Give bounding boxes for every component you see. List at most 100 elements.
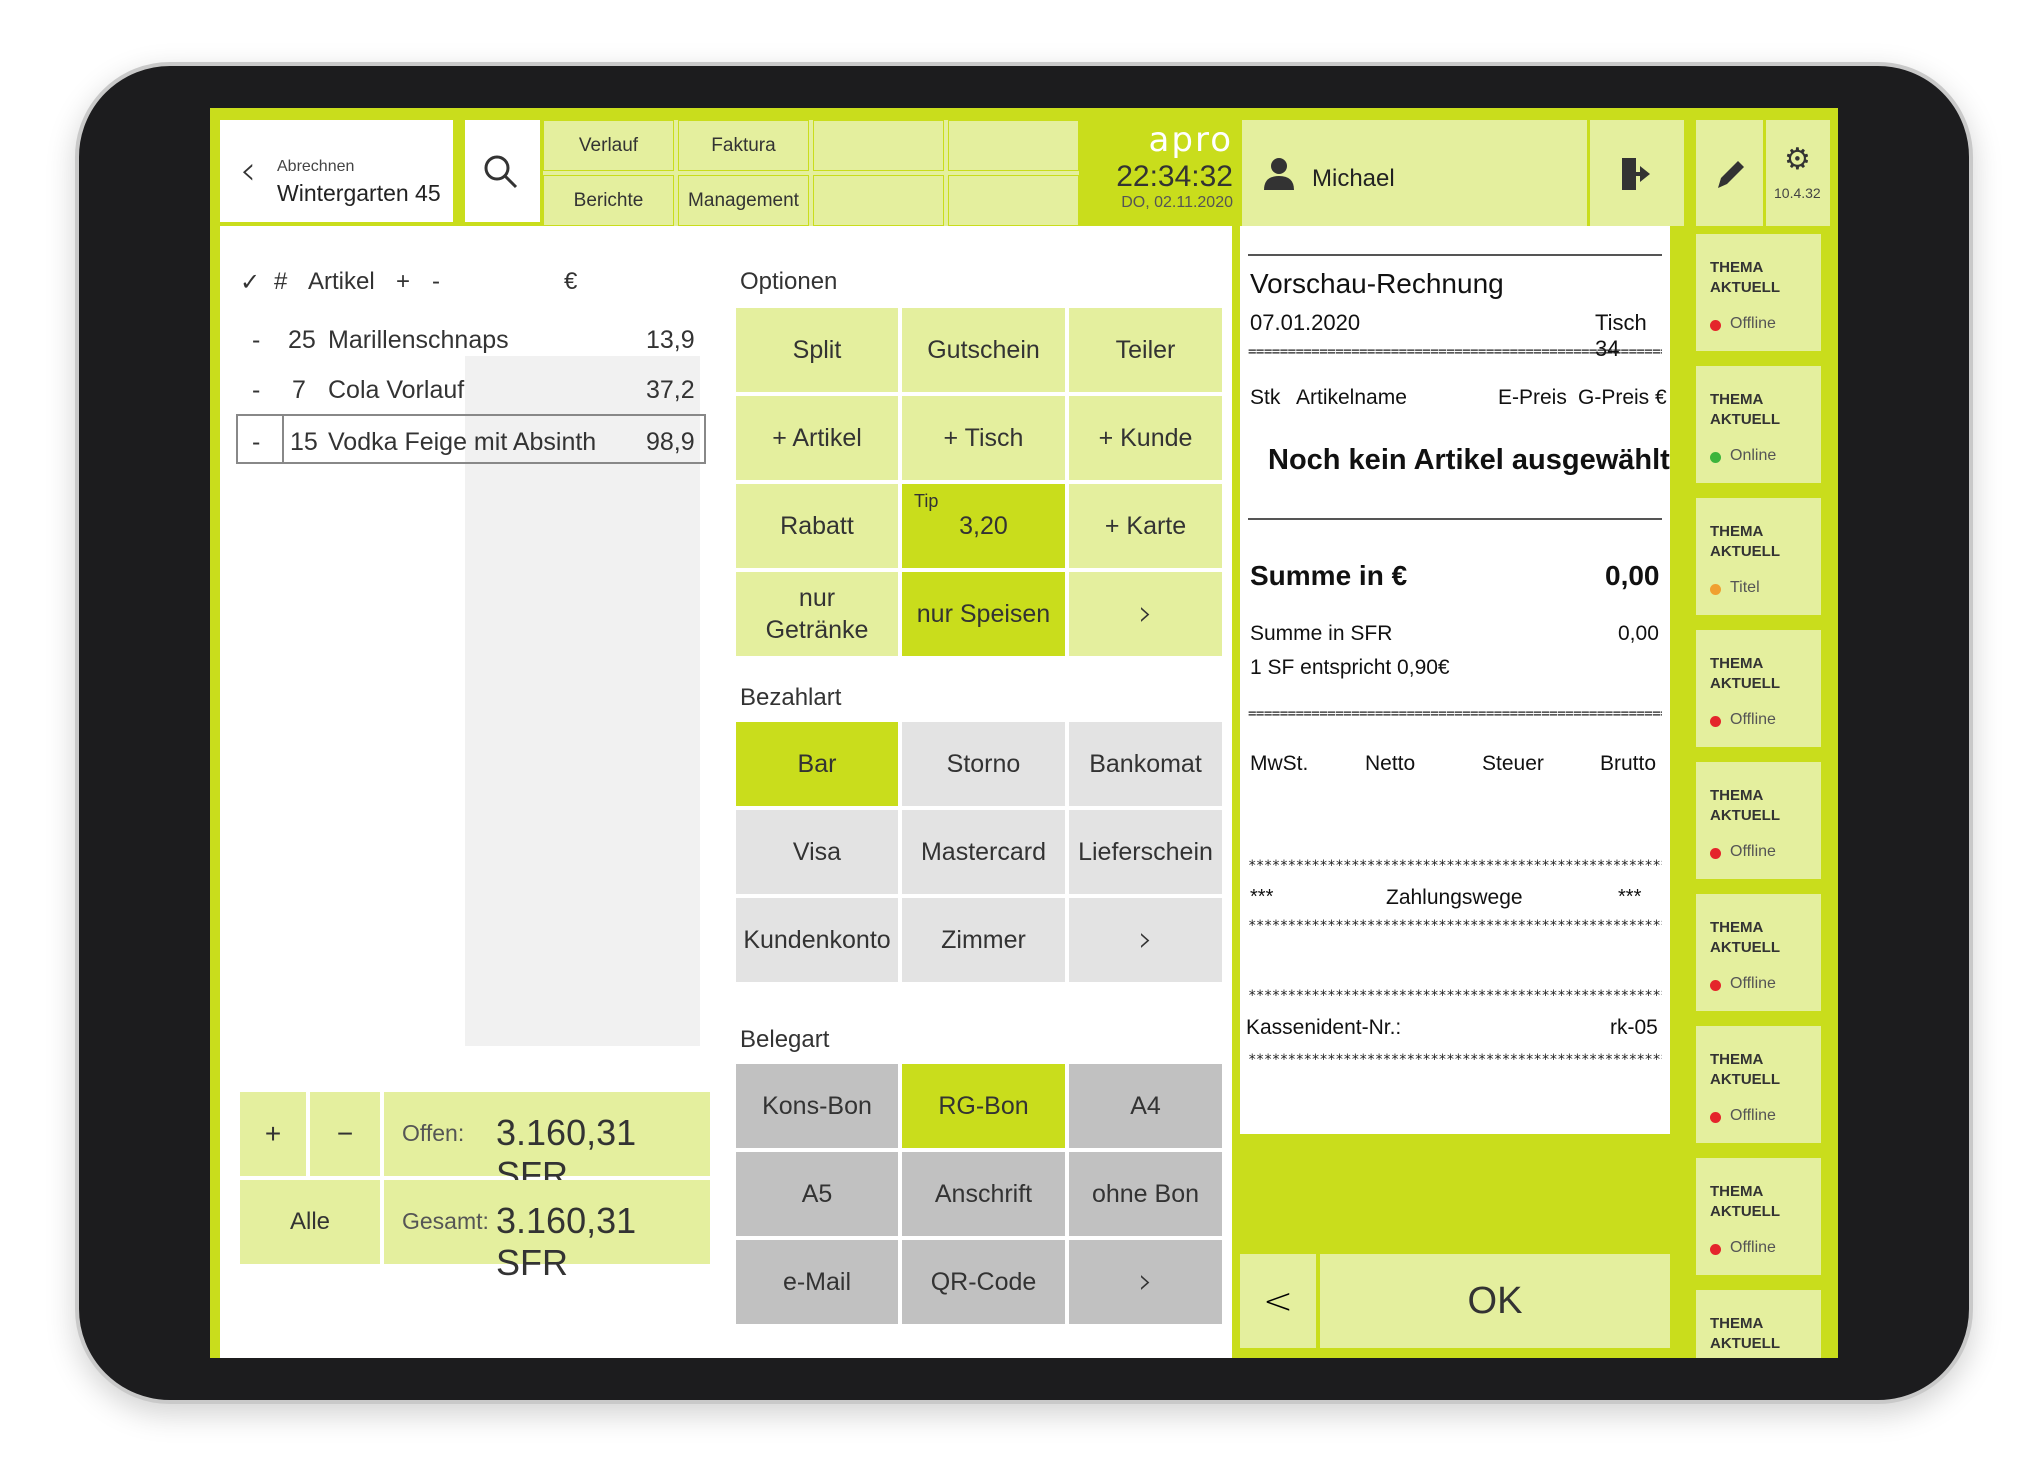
theme-title: THEMA AKTUELL (1710, 523, 1780, 560)
receipt-col-eprice: E-Preis (1498, 386, 1567, 409)
divider-button[interactable]: Teiler (1069, 308, 1222, 392)
receipt-col-gprice: G-Preis € (1578, 386, 1667, 409)
add-card-button[interactable]: + Karte (1069, 484, 1222, 568)
add-article-button[interactable]: + Artikel (736, 396, 898, 480)
nav-management[interactable]: Management (678, 175, 809, 226)
pay-customer-account-button[interactable]: Kundenkonto (736, 898, 898, 982)
edit-button[interactable] (1696, 120, 1763, 226)
row-minus[interactable]: - (252, 326, 260, 355)
email-button[interactable]: e-Mail (736, 1240, 898, 1324)
status-dot-icon (1710, 980, 1721, 991)
row-minus[interactable]: - (252, 428, 260, 457)
theme-title: THEMA AKTUELL (1710, 787, 1780, 824)
top-nav-grid: Verlauf Faktura Berichte Management (543, 120, 1079, 226)
payment-methods-label: Zahlungswege (1386, 886, 1523, 909)
theme-tile[interactable]: THEMA AKTUELL Online (1696, 366, 1821, 483)
nav-verlauf[interactable]: Verlauf (543, 120, 674, 171)
theme-status: Titel (1730, 579, 1760, 596)
payment-more-button[interactable]: › (1069, 898, 1222, 982)
theme-tile[interactable]: THEMA AKTUELL Titel (1696, 498, 1821, 615)
all-button[interactable]: Alle (240, 1180, 380, 1264)
payment-title: Bezahlart (740, 684, 842, 711)
theme-tile[interactable]: THEMA AKTUELL Offline (1696, 1026, 1821, 1143)
receipt-type-more-button[interactable]: › (1069, 1240, 1222, 1324)
theme-title: THEMA AKTUELL (1710, 1315, 1780, 1352)
pay-cash-button[interactable]: Bar (736, 722, 898, 806)
theme-tile[interactable]: THEMA AKTUELL Offline (1696, 234, 1821, 351)
nav-empty-2[interactable] (948, 120, 1079, 171)
address-button[interactable]: Anschrift (902, 1152, 1065, 1236)
nav-faktura[interactable]: Faktura (678, 120, 809, 171)
open-label: Offen: (402, 1120, 465, 1146)
logout-button[interactable] (1590, 120, 1684, 226)
theme-tile[interactable]: THEMA AKTUELL Offline (1696, 630, 1821, 747)
col-check[interactable]: ✓ (240, 268, 260, 297)
pay-room-button[interactable]: Zimmer (902, 898, 1065, 982)
nav-berichte[interactable]: Berichte (543, 175, 674, 226)
nav-empty-3[interactable] (813, 175, 944, 226)
drinks-only-button[interactable]: nur Getränke (736, 572, 898, 656)
col-plus[interactable]: + (396, 268, 410, 296)
tip-button[interactable]: Tip 3,20 (902, 484, 1065, 568)
back-button[interactable]: ‹ Abrechnen Wintergarten 45 (220, 120, 453, 222)
row-minus[interactable]: - (252, 376, 260, 405)
receipt-back-button[interactable]: < (1240, 1254, 1316, 1348)
chevron-left-icon: ‹ (240, 148, 256, 194)
user-panel[interactable]: Michael (1242, 120, 1587, 226)
add-customer-button[interactable]: + Kunde (1069, 396, 1222, 480)
status-dot-icon (1710, 320, 1721, 331)
sum-label: Summe in € (1250, 560, 1408, 591)
total-label: Gesamt: (402, 1208, 489, 1234)
receipt-type-title: Belegart (740, 1026, 830, 1053)
col-number: # (274, 268, 288, 295)
a4-button[interactable]: A4 (1069, 1064, 1222, 1148)
qty-plus-button[interactable]: + (240, 1092, 306, 1176)
article-row[interactable]: - 7 Cola Vorlauf 37,2 (236, 364, 706, 414)
pay-mastercard-button[interactable]: Mastercard (902, 810, 1065, 894)
theme-status: Online (1730, 447, 1777, 464)
ok-button[interactable]: OK (1320, 1254, 1670, 1348)
theme-title: THEMA AKTUELL (1710, 259, 1780, 296)
add-table-button[interactable]: + Tisch (902, 396, 1065, 480)
receipt-mid-rule (1248, 518, 1662, 520)
sum-value: 0,00 (1605, 560, 1660, 591)
receipt-stars-line: ****************************************… (1248, 918, 1662, 934)
theme-tile[interactable]: THEMA AKTUELL (1696, 1290, 1821, 1358)
pay-visa-button[interactable]: Visa (736, 810, 898, 894)
a5-button[interactable]: A5 (736, 1152, 898, 1236)
voucher-button[interactable]: Gutschein (902, 308, 1065, 392)
article-row[interactable]: - 25 Marillenschnaps 13,9 (236, 314, 706, 364)
food-only-button[interactable]: nur Speisen (902, 572, 1065, 656)
article-row-selected[interactable]: - 15 Vodka Feige mit Absinth 98,9 (236, 414, 706, 464)
rg-bon-button[interactable]: RG-Bon (902, 1064, 1065, 1148)
theme-tile[interactable]: THEMA AKTUELL Offline (1696, 762, 1821, 879)
theme-tile[interactable]: THEMA AKTUELL Offline (1696, 894, 1821, 1011)
brand-clock: apro 22:34:32 DO, 02.11.2020 (1103, 120, 1233, 212)
nav-empty-4[interactable] (948, 175, 1079, 226)
theme-tile[interactable]: THEMA AKTUELL Offline (1696, 1158, 1821, 1275)
col-euro: € (564, 268, 578, 295)
pay-cancel-button[interactable]: Storno (902, 722, 1065, 806)
discount-button[interactable]: Rabatt (736, 484, 898, 568)
settings-button[interactable]: ⚙ 10.4.32 (1766, 120, 1830, 226)
no-receipt-button[interactable]: ohne Bon (1069, 1152, 1222, 1236)
qr-code-button[interactable]: QR-Code (902, 1240, 1065, 1324)
col-minus[interactable]: - (432, 268, 440, 296)
options-title: Optionen (740, 268, 838, 295)
main-panel: ✓ # Artikel + - € - 25 Marillenschnaps 1… (220, 226, 1232, 1358)
split-button[interactable]: Split (736, 308, 898, 392)
kons-bon-button[interactable]: Kons-Bon (736, 1064, 898, 1148)
theme-title: THEMA AKTUELL (1710, 919, 1780, 956)
pay-bankomat-button[interactable]: Bankomat (1069, 722, 1222, 806)
pay-delivery-note-button[interactable]: Lieferschein (1069, 810, 1222, 894)
status-dot-icon (1710, 848, 1721, 859)
open-amount: Offen: 3.160,31 SFR (384, 1092, 710, 1195)
receipt-date: 07.01.2020 (1250, 310, 1361, 335)
pay-stars-left: *** (1250, 886, 1274, 908)
row-qty: 15 (290, 428, 318, 456)
nav-empty-1[interactable] (813, 120, 944, 171)
qty-minus-button[interactable]: − (310, 1092, 380, 1176)
options-more-button[interactable]: › (1069, 572, 1222, 656)
row-price: 13,9 (646, 326, 695, 354)
search-button[interactable] (465, 120, 540, 222)
